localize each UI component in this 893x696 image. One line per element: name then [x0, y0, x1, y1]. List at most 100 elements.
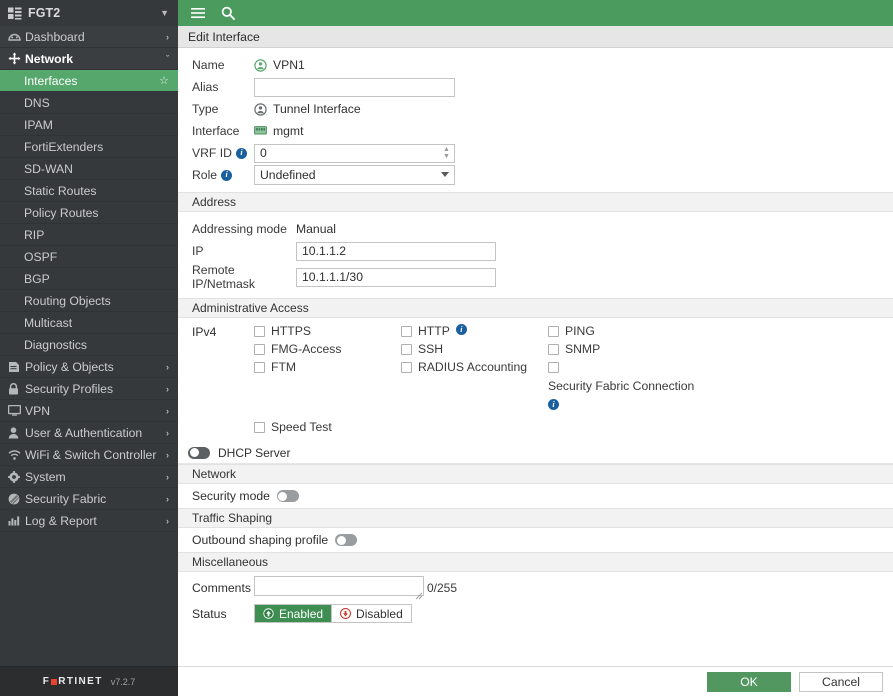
cancel-button[interactable]: Cancel: [799, 672, 883, 692]
field-row-remote-ip: Remote IP/Netmask: [178, 262, 893, 292]
chevron-right-icon: ›: [166, 32, 169, 42]
checkbox-security-fabric-connection[interactable]: [548, 362, 559, 373]
role-label-text: Role: [192, 168, 217, 182]
sidebar-subitem-routing-objects[interactable]: Routing Objects: [0, 290, 178, 312]
address-fields: Addressing mode Manual IP Remote IP/Netm…: [178, 212, 893, 298]
sidebar-subitem-interfaces[interactable]: Interfaces ☆: [0, 70, 178, 92]
checkbox-label: HTTP: [418, 324, 450, 338]
checkbox-https[interactable]: [254, 326, 265, 337]
checkbox-label: Speed Test: [271, 420, 332, 434]
role-select[interactable]: Undefined: [254, 165, 455, 185]
sidebar-subitem-label: Diagnostics: [24, 338, 87, 352]
status-disabled-button[interactable]: Disabled: [331, 605, 411, 622]
device-selector[interactable]: FGT2 ▼: [0, 0, 178, 26]
sidebar-subitem-static-routes[interactable]: Static Routes: [0, 180, 178, 202]
checkbox-speed-test[interactable]: [254, 422, 265, 433]
status-disabled-label: Disabled: [356, 607, 403, 621]
sidebar-subitem-ospf[interactable]: OSPF: [0, 246, 178, 268]
checkbox-label: RADIUS Accounting: [418, 360, 527, 374]
ok-button[interactable]: OK: [707, 672, 791, 692]
checkbox-radius-accounting[interactable]: [401, 362, 412, 373]
sidebar-item-user-authentication[interactable]: User & Authentication ›: [0, 422, 178, 444]
sidebar-subitem-ipam[interactable]: IPAM: [0, 114, 178, 136]
sidebar-nav: Dashboard › Network: [0, 26, 178, 666]
section-header-network: Network: [178, 464, 893, 484]
checkbox-ftm[interactable]: [254, 362, 265, 373]
name-label: Name: [192, 58, 254, 72]
checkbox-http[interactable]: [401, 326, 412, 337]
sidebar-item-system[interactable]: System ›: [0, 466, 178, 488]
favorite-star-icon[interactable]: ☆: [159, 74, 169, 87]
sidebar-subitem-policy-routes[interactable]: Policy Routes: [0, 202, 178, 224]
field-row-ip: IP: [178, 240, 893, 262]
sidebar-subitem-multicast[interactable]: Multicast: [0, 312, 178, 334]
field-row-vrf-id: VRF ID i ▲▼: [178, 142, 893, 164]
info-icon[interactable]: i: [548, 399, 559, 410]
speed-test-row: Speed Test: [178, 414, 893, 442]
sidebar-subitem-label: OSPF: [24, 250, 57, 264]
type-label: Type: [192, 102, 254, 116]
security-mode-toggle[interactable]: [277, 490, 299, 502]
remote-ip-label: Remote IP/Netmask: [192, 263, 296, 291]
sidebar-subitem-bgp[interactable]: BGP: [0, 268, 178, 290]
outbound-shaping-toggle[interactable]: [335, 534, 357, 546]
sidebar-item-policy-objects[interactable]: Policy & Objects ›: [0, 356, 178, 378]
checkbox-snmp[interactable]: [548, 344, 559, 355]
dhcp-server-label: DHCP Server: [218, 446, 290, 460]
checkbox-label: SNMP: [565, 342, 600, 356]
field-row-interface: Interface mgmt: [178, 120, 893, 142]
field-row-type: Type Tunnel Interface: [178, 98, 893, 120]
section-header-miscellaneous: Miscellaneous: [178, 552, 893, 572]
sidebar-subitem-rip[interactable]: RIP: [0, 224, 178, 246]
sidebar-subitem-label: IPAM: [24, 118, 53, 132]
outbound-shaping-label: Outbound shaping profile: [192, 533, 328, 547]
sidebar-item-dashboard[interactable]: Dashboard ›: [0, 26, 178, 48]
sidebar-item-wifi-switch-controller[interactable]: WiFi & Switch Controller ›: [0, 444, 178, 466]
info-icon[interactable]: i: [456, 324, 467, 335]
stepper-arrows-icon[interactable]: ▲▼: [442, 146, 451, 161]
vrf-id-stepper[interactable]: ▲▼: [254, 144, 455, 163]
ip-input[interactable]: [296, 242, 496, 261]
sidebar-subitem-label: Multicast: [24, 316, 72, 330]
info-icon[interactable]: i: [221, 170, 232, 181]
addressing-mode-label: Addressing mode: [192, 222, 296, 236]
search-icon[interactable]: [220, 5, 236, 21]
checkbox-row-radius-accounting: RADIUS Accounting: [401, 360, 548, 378]
sidebar-subitem-sd-wan[interactable]: SD-WAN: [0, 158, 178, 180]
checkbox-fmg-access[interactable]: [254, 344, 265, 355]
sidebar-subitem-fortiextenders[interactable]: FortiExtenders: [0, 136, 178, 158]
checkbox-label: HTTPS: [271, 324, 311, 338]
checkbox-label: PING: [565, 324, 595, 338]
sidebar-subitem-label: Interfaces: [24, 74, 78, 88]
sidebar-item-label: Security Profiles: [25, 382, 166, 396]
comments-input[interactable]: [254, 576, 424, 596]
field-row-addressing-mode: Addressing mode Manual: [178, 218, 893, 240]
checkbox-ssh[interactable]: [401, 344, 412, 355]
alias-input[interactable]: [254, 78, 455, 97]
sidebar-item-log-report[interactable]: Log & Report ›: [0, 510, 178, 532]
interface-label: Interface: [192, 124, 254, 138]
top-bar: FGT2 ▼: [0, 0, 893, 26]
device-name: FGT2: [28, 6, 60, 20]
status-row: Status Enabled: [178, 602, 893, 627]
sidebar-item-vpn[interactable]: VPN ›: [0, 400, 178, 422]
sidebar-item-label: System: [25, 470, 166, 484]
sidebar-subitem-diagnostics[interactable]: Diagnostics: [0, 334, 178, 356]
comments-row: Comments 0/255: [178, 572, 893, 602]
status-enabled-button[interactable]: Enabled: [255, 605, 331, 622]
checkbox-ping[interactable]: [548, 326, 559, 337]
sidebar-item-network[interactable]: Network ˇ: [0, 48, 178, 70]
sidebar-subitem-dns[interactable]: DNS: [0, 92, 178, 114]
sidebar-item-security-profiles[interactable]: Security Profiles ›: [0, 378, 178, 400]
sidebar-item-security-fabric[interactable]: Security Fabric ›: [0, 488, 178, 510]
hamburger-icon[interactable]: [190, 5, 206, 21]
alias-label: Alias: [192, 80, 254, 94]
chevron-right-icon: ›: [166, 362, 169, 372]
comments-label: Comments: [192, 581, 254, 595]
info-icon[interactable]: i: [236, 148, 247, 159]
addressing-mode-value[interactable]: Manual: [296, 222, 336, 236]
vrf-id-input[interactable]: [254, 144, 455, 163]
remote-ip-input[interactable]: [296, 268, 496, 287]
security-mode-row: Security mode: [178, 484, 893, 508]
dhcp-server-toggle[interactable]: [188, 447, 210, 459]
